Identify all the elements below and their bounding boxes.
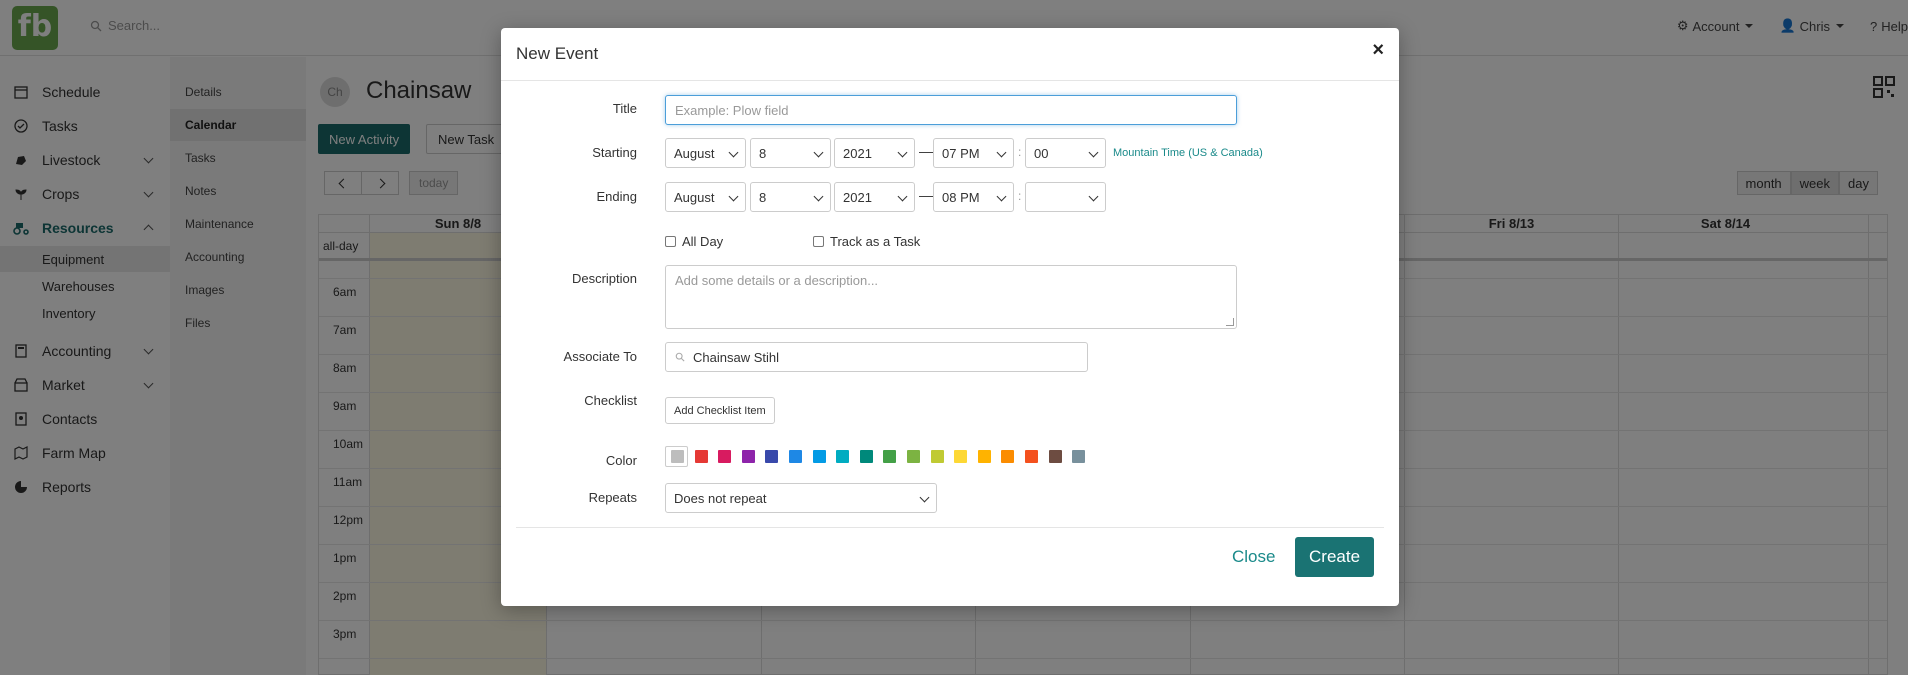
divider xyxy=(516,527,1384,528)
color-swatch[interactable] xyxy=(930,450,944,463)
chevron-down-icon xyxy=(728,147,739,158)
checkbox-icon xyxy=(813,236,824,247)
close-icon[interactable]: × xyxy=(1372,40,1384,60)
repeats-value: Does not repeat xyxy=(674,490,767,506)
resize-handle-icon[interactable] xyxy=(1226,318,1234,326)
checkbox-icon xyxy=(665,236,676,247)
end-month-value: August xyxy=(674,189,715,205)
track-task-checkbox-label: Track as a Task xyxy=(830,234,921,249)
color-swatch[interactable] xyxy=(859,450,873,463)
color-swatch[interactable] xyxy=(789,450,802,463)
start-day-value: 8 xyxy=(759,145,767,161)
all-day-checkbox[interactable]: All Day xyxy=(665,234,723,249)
title-placeholder: Example: Plow field xyxy=(675,102,789,118)
associate-input[interactable]: Chainsaw Stihl xyxy=(665,342,1088,372)
checklist-label: Checklist xyxy=(584,393,637,408)
chevron-down-icon xyxy=(996,191,1007,202)
color-swatch[interactable] xyxy=(718,450,732,463)
end-day-select[interactable]: 8 xyxy=(750,182,831,212)
color-swatch[interactable] xyxy=(1001,450,1015,463)
associate-value: Chainsaw Stihl xyxy=(693,349,779,365)
chevron-down-icon xyxy=(1088,191,1099,202)
add-checklist-item-button[interactable]: Add Checklist Item xyxy=(665,397,775,424)
end-month-select[interactable]: August xyxy=(665,182,746,212)
color-swatch[interactable] xyxy=(1072,450,1086,463)
chevron-down-icon xyxy=(1088,147,1099,158)
color-swatch[interactable] xyxy=(671,450,684,463)
new-event-modal: New Event × Title Example: Plow field St… xyxy=(501,28,1399,606)
title-label: Title xyxy=(612,101,637,116)
color-label: Color xyxy=(605,453,637,468)
start-hour-value: 07 PM xyxy=(942,145,980,161)
description-textarea[interactable]: Add some details or a description... xyxy=(665,265,1237,329)
color-swatch[interactable] xyxy=(977,450,991,463)
title-input[interactable]: Example: Plow field xyxy=(665,95,1237,125)
close-button[interactable]: Close xyxy=(1232,547,1275,567)
create-button[interactable]: Create xyxy=(1295,537,1375,577)
time-colon: : xyxy=(1018,189,1022,203)
color-swatch[interactable] xyxy=(836,450,850,463)
start-year-select[interactable]: 2021 xyxy=(834,138,915,168)
end-year-value: 2021 xyxy=(843,189,872,205)
start-hour-select[interactable]: 07 PM xyxy=(933,138,1014,168)
repeats-select[interactable]: Does not repeat xyxy=(665,483,937,513)
end-hour-select[interactable]: 08 PM xyxy=(933,182,1014,212)
repeats-label: Repeats xyxy=(588,490,637,505)
track-as-task-checkbox[interactable]: Track as a Task xyxy=(813,234,920,249)
color-swatch[interactable] xyxy=(954,450,968,463)
color-swatch[interactable] xyxy=(741,450,755,463)
ending-label: Ending xyxy=(596,189,637,204)
description-label: Description xyxy=(571,271,637,286)
timezone-link[interactable]: Mountain Time (US & Canada) xyxy=(1113,147,1263,159)
chevron-down-icon xyxy=(919,492,930,503)
end-minute-select[interactable] xyxy=(1025,182,1106,212)
end-hour-value: 08 PM xyxy=(942,189,980,205)
end-day-value: 8 xyxy=(759,189,767,205)
color-swatch[interactable] xyxy=(883,450,897,463)
end-year-select[interactable]: 2021 xyxy=(834,182,915,212)
chevron-down-icon xyxy=(813,191,824,202)
chevron-down-icon xyxy=(897,191,908,202)
associate-label: Associate To xyxy=(563,349,637,364)
divider xyxy=(501,80,1399,81)
color-swatch[interactable] xyxy=(694,450,708,463)
time-colon: : xyxy=(1018,145,1022,159)
start-minute-select[interactable]: 00 xyxy=(1025,138,1106,168)
start-day-select[interactable]: 8 xyxy=(750,138,831,168)
chevron-down-icon xyxy=(728,191,739,202)
search-icon xyxy=(675,352,685,362)
all-day-checkbox-label: All Day xyxy=(682,234,724,249)
color-swatch[interactable] xyxy=(1048,450,1062,463)
starting-label: Starting xyxy=(592,145,637,160)
start-month-select[interactable]: August xyxy=(665,138,746,168)
range-dash: — xyxy=(919,143,933,159)
color-swatch[interactable] xyxy=(907,450,920,463)
chevron-down-icon xyxy=(897,147,908,158)
color-swatch[interactable] xyxy=(812,450,826,463)
range-dash: — xyxy=(919,187,933,203)
start-month-value: August xyxy=(674,145,715,161)
start-year-value: 2021 xyxy=(843,145,872,161)
chevron-down-icon xyxy=(996,147,1007,158)
modal-title: New Event xyxy=(516,44,599,63)
color-swatch[interactable] xyxy=(1025,450,1038,463)
color-swatch[interactable] xyxy=(765,450,779,463)
description-placeholder: Add some details or a description... xyxy=(675,273,879,288)
chevron-down-icon xyxy=(813,147,824,158)
start-minute-value: 00 xyxy=(1034,145,1049,161)
